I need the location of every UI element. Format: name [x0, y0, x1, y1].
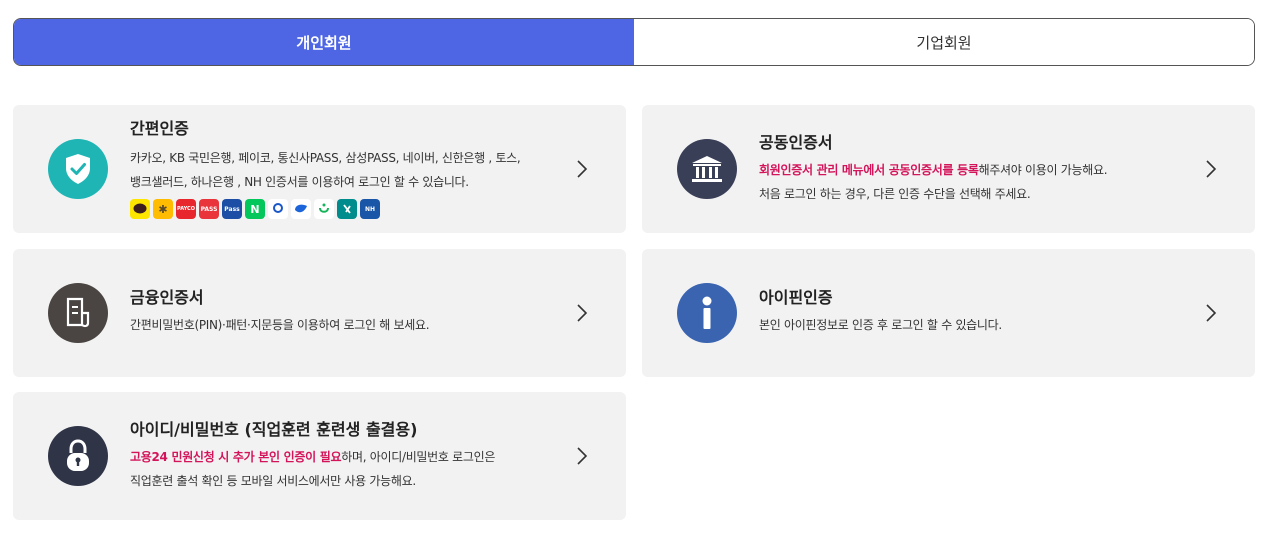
kakao-icon [130, 199, 150, 219]
chevron-right-icon [577, 304, 588, 322]
samsung-pass-icon: Pass [222, 199, 242, 219]
id-password-desc-line2: 직업훈련 출석 확인 등 모바일 서비스에서만 사용 가능해요. [130, 474, 416, 488]
kb-icon: ✱ [153, 199, 173, 219]
chevron-right-icon [577, 447, 588, 465]
joint-cert-title: 공동인증서 [759, 133, 833, 152]
shinhan-icon [268, 199, 288, 219]
simple-auth-desc-line1: 카카오, KB 국민은행, 페이코, 통신사PASS, 삼성PASS, 네이버,… [130, 151, 521, 165]
ipin-desc: 본인 아이핀정보로 인증 후 로그인 할 수 있습니다. [759, 318, 1002, 332]
finance-cert-title: 금융인증서 [130, 288, 204, 307]
shield-check-icon [48, 139, 108, 199]
payco-icon: PAYCO [176, 199, 196, 219]
toss-icon [291, 199, 311, 219]
id-password-desc-rest: 하며, 아이디/비밀번호 로그인은 [341, 450, 496, 464]
id-password-highlight: 고용24 민원신청 시 추가 본인 인증이 필요 [130, 450, 342, 464]
info-icon [677, 283, 737, 343]
tab-business[interactable]: 기업회원 [634, 19, 1254, 65]
lock-icon [48, 426, 108, 486]
banksalad-icon [314, 199, 334, 219]
bank-icon [677, 139, 737, 199]
member-type-tabs: 개인회원 기업회원 [13, 18, 1255, 66]
joint-cert-desc-rest: 해주셔야 이용이 가능해요. [978, 163, 1108, 177]
pass-icon: PASS [199, 199, 219, 219]
naver-icon: N [245, 199, 265, 219]
joint-cert-highlight: 회원인증서 관리 메뉴에서 공동인증서를 등록 [759, 163, 979, 177]
hana-icon [337, 199, 357, 219]
simple-auth-title: 간편인증 [130, 119, 189, 138]
joint-cert-card[interactable]: 공동인증서 회원인증서 관리 메뉴에서 공동인증서를 등록해주셔야 이용이 가능… [642, 105, 1255, 233]
chevron-right-icon [1206, 304, 1217, 322]
simple-auth-desc-line2: 뱅크샐러드, 하나은행 , NH 인증서를 이용하여 로그인 할 수 있습니다. [130, 175, 469, 189]
nh-icon: NH [360, 199, 380, 219]
certificate-icon [48, 283, 108, 343]
id-password-card[interactable]: 아이디/비밀번호 (직업훈련 훈련생 출결용) 고용24 민원신청 시 추가 본… [13, 392, 626, 520]
id-password-title: 아이디/비밀번호 (직업훈련 훈련생 출결용) [130, 420, 418, 439]
chevron-right-icon [577, 160, 588, 178]
chevron-right-icon [1206, 160, 1217, 178]
provider-logos: ✱ PAYCO PASS Pass N NH [130, 199, 556, 219]
tab-personal[interactable]: 개인회원 [14, 19, 634, 65]
finance-cert-card[interactable]: 금융인증서 간편비밀번호(PIN)·패턴·지문등을 이용하여 로그인 해 보세요… [13, 249, 626, 377]
id-password-desc-line1: 고용24 민원신청 시 추가 본인 인증이 필요하며, 아이디/비밀번호 로그인… [130, 445, 556, 469]
joint-cert-desc-line1: 회원인증서 관리 메뉴에서 공동인증서를 등록해주셔야 이용이 가능해요. [759, 158, 1185, 182]
joint-cert-desc-line2: 처음 로그인 하는 경우, 다른 인증 수단을 선택해 주세요. [759, 187, 1031, 201]
ipin-card[interactable]: 아이핀인증 본인 아이핀정보로 인증 후 로그인 할 수 있습니다. [642, 249, 1255, 377]
finance-cert-desc: 간편비밀번호(PIN)·패턴·지문등을 이용하여 로그인 해 보세요. [130, 318, 430, 332]
ipin-title: 아이핀인증 [759, 288, 833, 307]
simple-auth-card[interactable]: 간편인증 카카오, KB 국민은행, 페이코, 통신사PASS, 삼성PASS,… [13, 105, 626, 233]
